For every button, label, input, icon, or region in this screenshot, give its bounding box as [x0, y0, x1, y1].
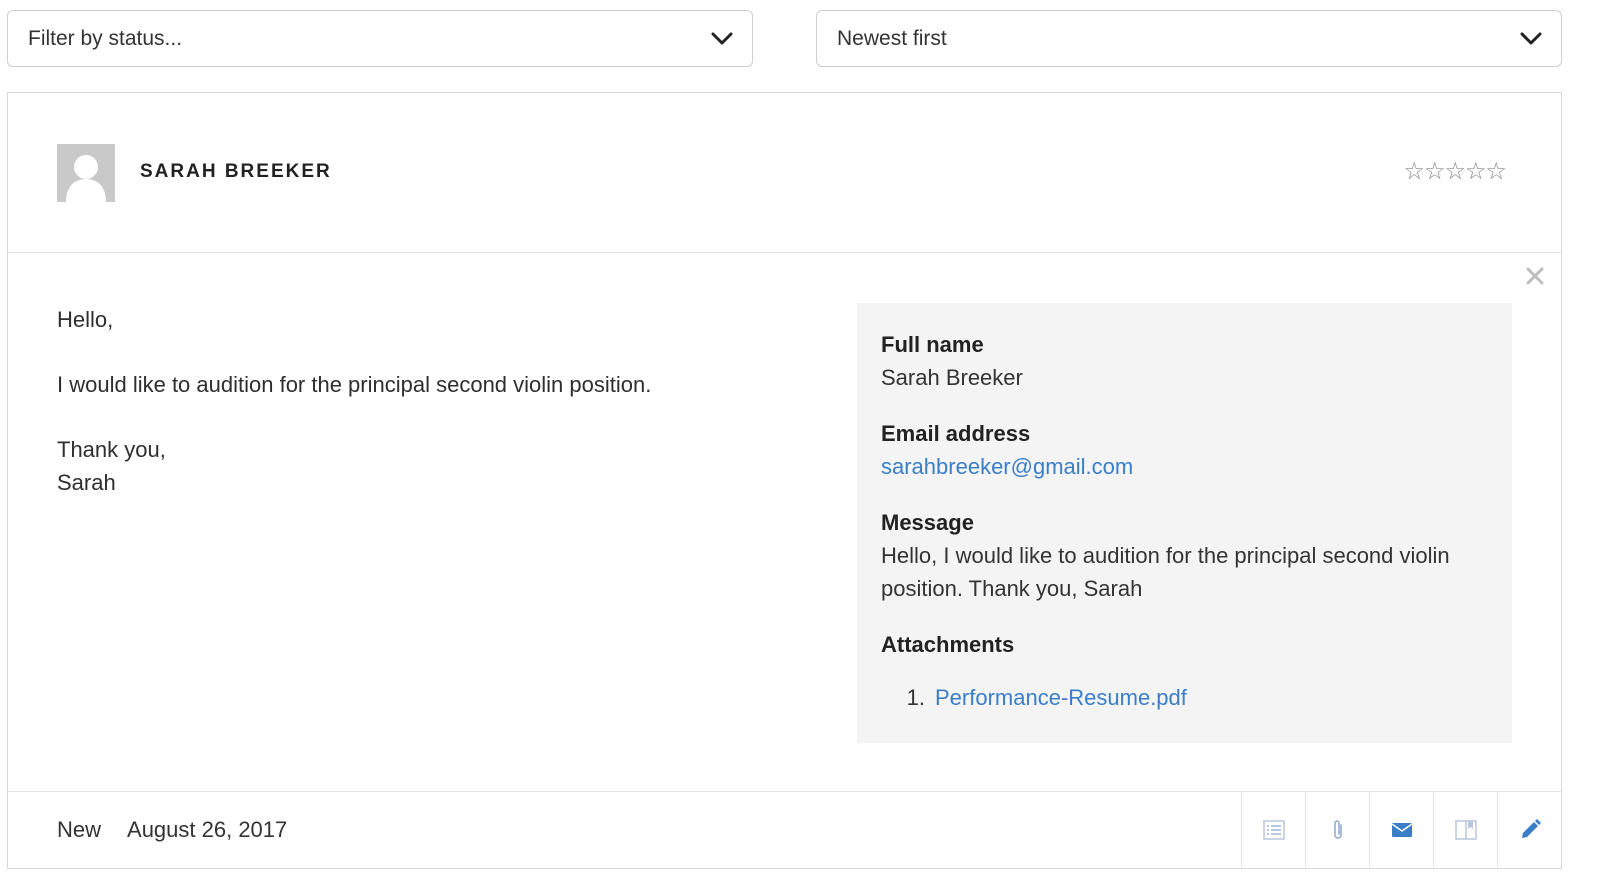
status-filter-select[interactable]: Filter by status...	[7, 10, 753, 67]
applicant-name: SARAH BREEKER	[140, 161, 332, 182]
close-icon[interactable]	[1524, 265, 1546, 287]
message-signature: Sarah	[57, 470, 116, 495]
book-icon	[1454, 820, 1477, 840]
message-label: Message	[881, 510, 974, 535]
attachments-button[interactable]	[1305, 792, 1369, 868]
full-name-label: Full name	[881, 332, 984, 357]
status-label: New	[57, 817, 102, 842]
star-icon[interactable]: ☆	[1404, 157, 1426, 186]
message-closing: Thank you,	[57, 437, 166, 462]
avatar	[57, 144, 115, 202]
attachments-list: 1. Performance-Resume.pdf	[881, 681, 1488, 714]
sort-order-value: Newest first	[837, 26, 947, 50]
attachment-link[interactable]: Performance-Resume.pdf	[935, 681, 1187, 714]
message-value: Hello, I would like to audition for the …	[881, 543, 1450, 601]
star-rating[interactable]: ☆ ☆ ☆ ☆ ☆	[1404, 157, 1508, 186]
full-name-value: Sarah Breeker	[881, 365, 1023, 390]
message-body: Hello, I would like to audition for the …	[57, 303, 817, 499]
email-button[interactable]	[1369, 792, 1433, 868]
paperclip-icon	[1333, 820, 1342, 839]
pencil-icon	[1521, 819, 1541, 838]
attachments-label: Attachments	[881, 632, 1015, 657]
star-icon[interactable]: ☆	[1445, 157, 1467, 186]
chevron-down-icon	[1519, 31, 1543, 47]
email-link[interactable]: sarahbreeker@gmail.com	[881, 450, 1488, 483]
status-filter-placeholder: Filter by status...	[28, 26, 183, 50]
edit-button[interactable]	[1497, 792, 1561, 868]
star-icon[interactable]: ☆	[1424, 157, 1446, 186]
list-icon	[1262, 820, 1285, 840]
attachment-number: 1.	[906, 685, 925, 710]
details-button[interactable]	[1241, 792, 1305, 868]
user-silhouette-icon	[66, 155, 106, 202]
submission-date: August 26, 2017	[127, 817, 288, 842]
chevron-down-icon	[710, 31, 734, 47]
submission-card: SARAH BREEKER ☆ ☆ ☆ ☆ ☆ Hello, I would l…	[7, 92, 1562, 869]
message-text: I would like to audition for the princip…	[57, 372, 652, 397]
details-panel: Full name Sarah Breeker Email address sa…	[857, 303, 1512, 743]
star-icon[interactable]: ☆	[1465, 157, 1487, 186]
card-header: SARAH BREEKER ☆ ☆ ☆ ☆ ☆	[8, 93, 1561, 253]
envelope-icon	[1391, 823, 1412, 837]
card-footer: New August 26, 2017	[8, 791, 1561, 868]
email-label: Email address	[881, 421, 1031, 446]
sort-order-select[interactable]: Newest first	[816, 10, 1562, 67]
star-icon[interactable]: ☆	[1486, 157, 1508, 186]
message-greeting: Hello,	[57, 307, 114, 332]
list-item: 1. Performance-Resume.pdf	[881, 681, 1488, 714]
footer-actions	[1241, 792, 1561, 868]
notes-button[interactable]	[1433, 792, 1497, 868]
